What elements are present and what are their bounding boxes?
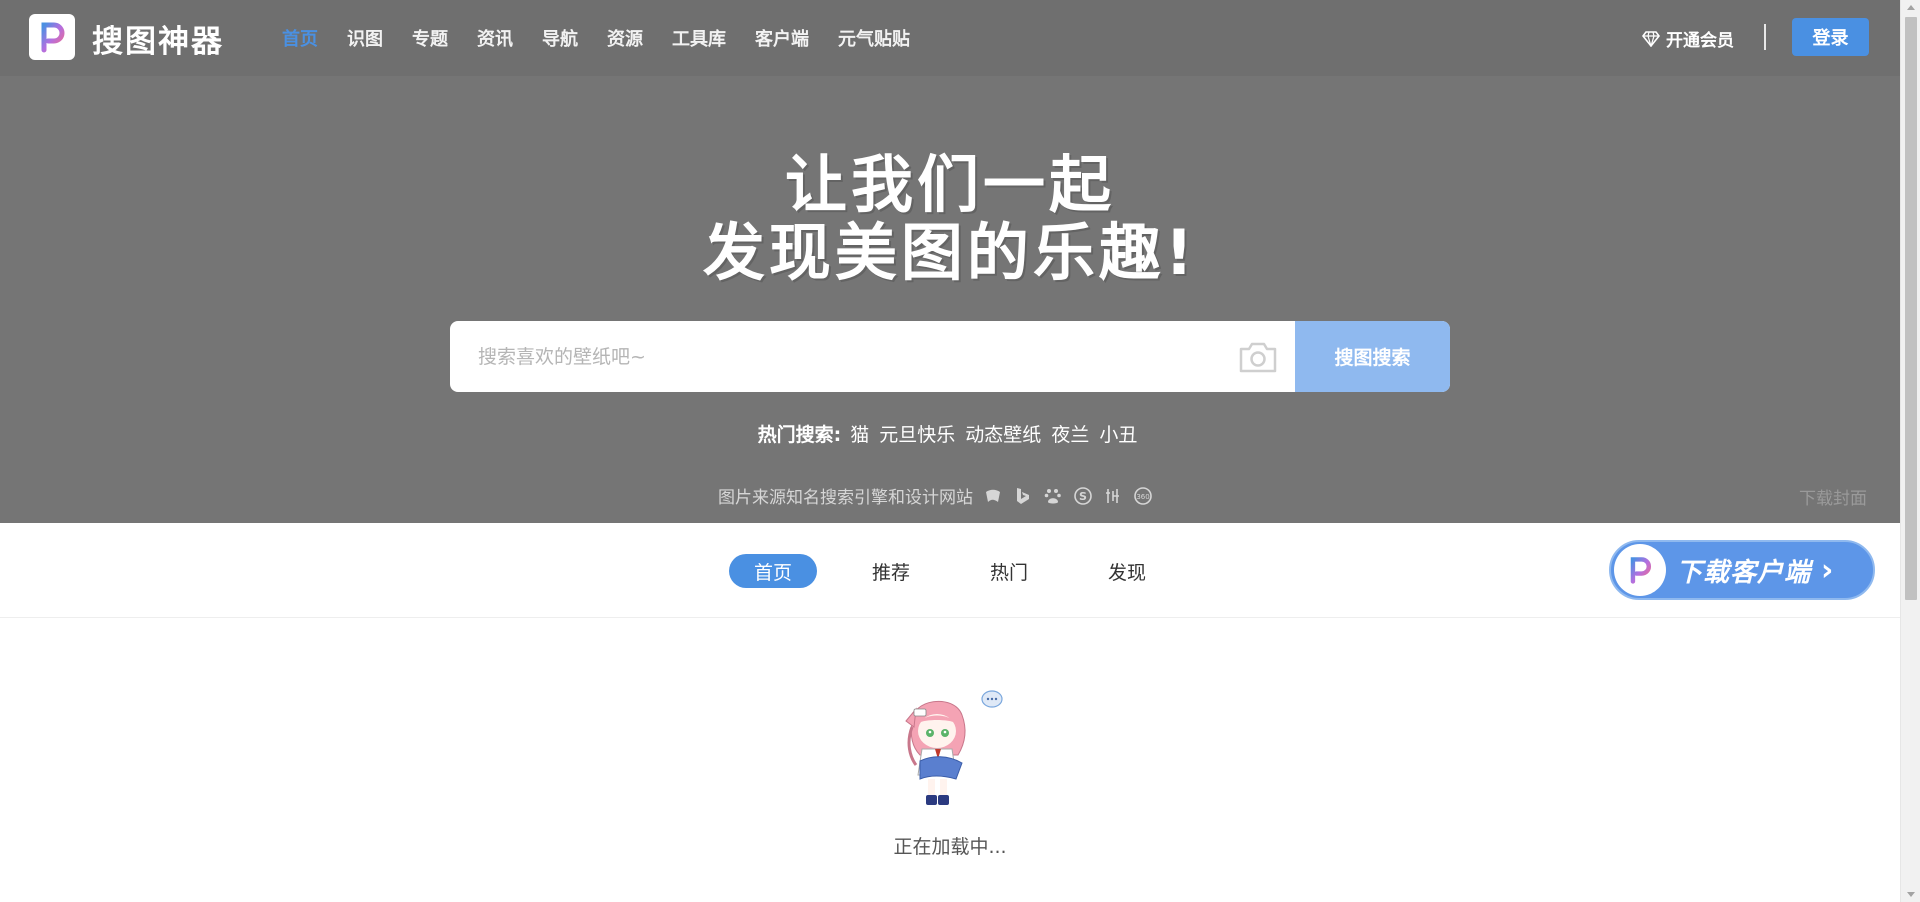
client-logo	[1614, 544, 1666, 596]
nav-item-toolbox[interactable]: 工具库	[672, 25, 726, 51]
search-input[interactable]	[450, 321, 1295, 392]
nav-item-topics[interactable]: 专题	[412, 25, 448, 51]
hot-searches: 热门搜索: 猫元旦快乐 动态壁纸 夜兰 小丑	[0, 420, 1900, 447]
tab-recommended[interactable]: 推荐	[847, 554, 935, 588]
baidu-icon	[1043, 486, 1063, 506]
download-cover-link[interactable]: 下载封面	[1799, 484, 1867, 509]
search-360-icon: 360	[1133, 486, 1153, 506]
hot-search-label: 热门搜索:	[757, 424, 842, 446]
hot-keyword[interactable]: 动态壁纸	[965, 424, 1041, 446]
bing-icon	[1013, 486, 1033, 506]
image-sources: 图片来源知名搜索引擎和设计网站 S 360	[718, 483, 1153, 508]
top-navbar: 搜图神器 首页 识图 专题 资讯 导航 资源 工具库 客户端 元气贴贴 开通会员	[0, 0, 1900, 76]
vip-label: 开通会员	[1666, 31, 1734, 51]
main-nav: 首页 识图 专题 资讯 导航 资源 工具库 客户端 元气贴贴	[282, 25, 939, 51]
slogan-line-2: 发现美图的乐趣!	[702, 216, 1198, 289]
tab-discover[interactable]: 发现	[1083, 554, 1171, 588]
brand-logo[interactable]	[29, 14, 75, 60]
scroll-up-arrow-icon[interactable]	[1907, 5, 1915, 10]
hero-banner: 搜图神器 首页 识图 专题 资讯 导航 资源 工具库 客户端 元气贴贴 开通会员	[0, 0, 1900, 523]
search-box: 搜图搜索	[450, 321, 1450, 392]
hot-keyword[interactable]: 元旦快乐	[879, 424, 955, 446]
brand-name[interactable]: 搜图神器	[92, 16, 224, 61]
header-divider	[1764, 24, 1766, 50]
loading-mascot	[905, 690, 1003, 805]
nav-item-client[interactable]: 客户端	[755, 25, 809, 51]
vertical-scrollbar[interactable]	[1900, 0, 1920, 902]
hot-keyword[interactable]: 猫	[850, 424, 869, 446]
chevron-right-icon: ›	[1821, 552, 1834, 588]
page: 搜图神器 首页 识图 专题 资讯 导航 资源 工具库 客户端 元气贴贴 开通会员	[0, 0, 1900, 902]
source-logo-icon	[983, 486, 1003, 506]
svg-text:360: 360	[1136, 493, 1149, 501]
feed-tabs: 首页 推荐 热门 发现	[729, 554, 1201, 588]
huaban-icon	[1103, 486, 1123, 506]
camera-icon[interactable]	[1237, 340, 1279, 374]
scroll-down-arrow-icon[interactable]	[1907, 892, 1915, 897]
logo-p-icon	[41, 22, 65, 53]
tab-home[interactable]: 首页	[729, 554, 817, 588]
vip-link[interactable]: 开通会员	[1642, 26, 1734, 51]
scrollbar-thumb[interactable]	[1905, 17, 1917, 600]
login-button[interactable]: 登录	[1792, 18, 1869, 56]
download-client-label: 下载客户端	[1676, 557, 1812, 588]
feed-tabs-bar: 首页 推荐 热门 发现 下载客户端 ›	[0, 523, 1900, 618]
diamond-icon	[1642, 30, 1660, 47]
hot-keyword[interactable]: 小丑	[1099, 424, 1137, 446]
source-text: 图片来源知名搜索引擎和设计网站	[718, 488, 973, 508]
nav-item-news[interactable]: 资讯	[477, 25, 513, 51]
search-button[interactable]: 搜图搜索	[1295, 321, 1450, 392]
tab-popular[interactable]: 热门	[965, 554, 1053, 588]
loading-text: 正在加载中...	[893, 836, 1007, 858]
nav-item-home[interactable]: 首页	[282, 25, 318, 51]
nav-item-stickers[interactable]: 元气贴贴	[838, 25, 910, 51]
svg-text:S: S	[1079, 490, 1087, 503]
nav-item-image-recognition[interactable]: 识图	[347, 25, 383, 51]
nav-item-navigation[interactable]: 导航	[542, 25, 578, 51]
hot-keyword[interactable]: 夜兰	[1051, 424, 1089, 446]
sogou-icon: S	[1073, 486, 1093, 506]
logo-p-icon	[1630, 557, 1651, 584]
download-client-button[interactable]: 下载客户端 ›	[1609, 540, 1875, 600]
nav-item-resources[interactable]: 资源	[607, 25, 643, 51]
